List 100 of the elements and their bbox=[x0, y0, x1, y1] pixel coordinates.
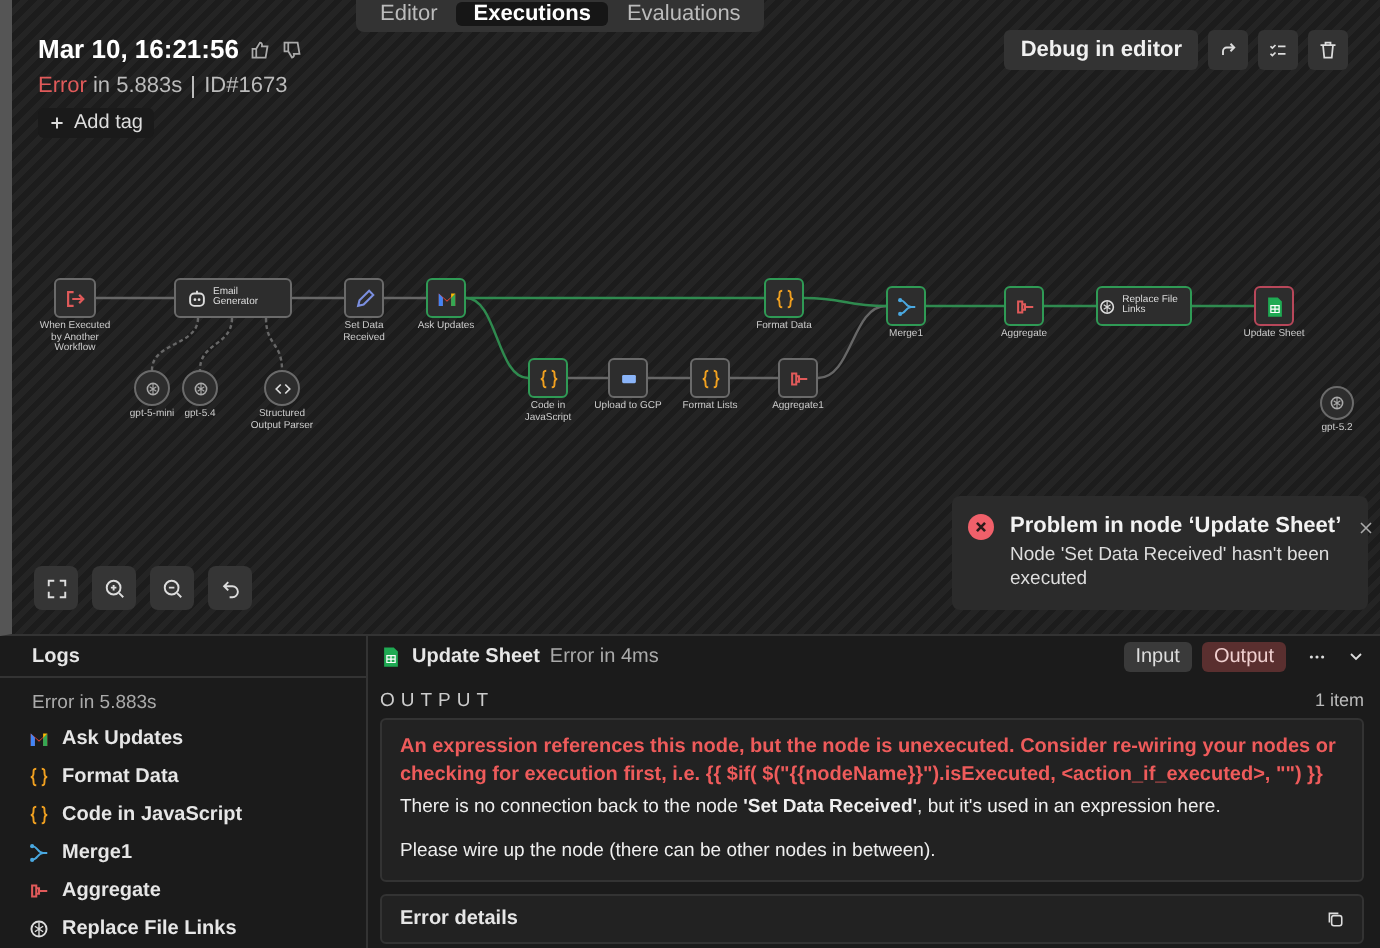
workflow-node[interactable] bbox=[886, 286, 926, 326]
workflow-node[interactable] bbox=[608, 358, 648, 398]
connector-line bbox=[198, 317, 234, 371]
error-message: An expression references this node, but the node is unexecuted. Consider re-wiring your nodes or checking for execution first, i.e. {{ $if( $("{{nodeName}}").isExecuted, <action_if_executed>, "") }} bbox=[400, 734, 1338, 790]
retry-button[interactable] bbox=[1208, 30, 1248, 70]
error-icon bbox=[968, 514, 994, 540]
model-icon bbox=[1328, 394, 1346, 412]
add-tag-button[interactable]: Add tag bbox=[38, 108, 155, 138]
logs-summary: Error in 5.883s bbox=[30, 690, 159, 718]
execution-date: Mar 10, 16:21:56 bbox=[38, 34, 239, 64]
connector-line bbox=[568, 376, 608, 380]
agent-icon bbox=[185, 287, 207, 309]
panel-tab[interactable]: Output bbox=[1201, 641, 1286, 671]
zoom-in-icon bbox=[103, 577, 125, 599]
log-item[interactable]: Replace File Links bbox=[0, 910, 366, 948]
undo-button[interactable] bbox=[208, 566, 252, 610]
connector-line bbox=[1192, 304, 1254, 308]
connector-line bbox=[292, 296, 344, 300]
aggregate-icon bbox=[787, 367, 809, 389]
plus-icon bbox=[50, 116, 64, 130]
workflow-node[interactable] bbox=[54, 278, 96, 318]
model-icon bbox=[191, 379, 209, 397]
trash-icon bbox=[1318, 40, 1338, 60]
chevron-down-icon[interactable] bbox=[1348, 648, 1364, 664]
copy-icon[interactable] bbox=[1326, 909, 1344, 928]
connector-line bbox=[96, 296, 174, 300]
log-item[interactable]: Format Data bbox=[0, 758, 366, 796]
zoom-in-button[interactable] bbox=[92, 566, 136, 610]
trigger-icon bbox=[64, 287, 86, 309]
delete-button[interactable] bbox=[1308, 30, 1348, 70]
workflow-node[interactable] bbox=[1320, 386, 1354, 420]
code-icon bbox=[28, 766, 50, 788]
execution-id: ID#1673 bbox=[204, 74, 288, 98]
code-icon bbox=[699, 367, 721, 389]
log-item[interactable]: Aggregate bbox=[0, 872, 366, 910]
view-tab[interactable]: Executions bbox=[455, 2, 609, 26]
logs-title: Logs bbox=[32, 645, 80, 667]
thumbs-up-icon[interactable] bbox=[250, 39, 271, 59]
code-icon bbox=[773, 287, 795, 309]
connector-line bbox=[264, 317, 284, 371]
list-button[interactable] bbox=[1258, 30, 1298, 70]
section-label: OUTPUT bbox=[380, 690, 495, 712]
aggregate-icon bbox=[1013, 295, 1035, 317]
view-tab[interactable]: Evaluations bbox=[608, 2, 759, 26]
error-details-panel[interactable]: Error details bbox=[380, 893, 1364, 944]
model-icon bbox=[143, 379, 161, 397]
connector-line bbox=[384, 296, 426, 300]
fit-view-button[interactable] bbox=[34, 566, 78, 610]
workflow-node[interactable] bbox=[1004, 286, 1044, 326]
connector-line bbox=[150, 317, 200, 371]
sheet-icon bbox=[1263, 295, 1285, 317]
merge-icon bbox=[895, 295, 917, 317]
workflow-node[interactable] bbox=[182, 370, 218, 406]
fit-view-icon bbox=[45, 577, 67, 599]
panel-tab[interactable]: Input bbox=[1123, 641, 1192, 671]
execution-duration: in 5.883s bbox=[92, 74, 183, 98]
debug-in-editor-button[interactable]: Debug in editor bbox=[1004, 30, 1198, 70]
set-icon bbox=[353, 287, 375, 309]
workflow-node[interactable] bbox=[778, 358, 818, 398]
workflow-node[interactable] bbox=[264, 370, 300, 406]
error-description: There is no connection back to the node 'Set Data Received', but it's used in an expression here. bbox=[400, 796, 1223, 821]
gmail-icon bbox=[28, 728, 50, 750]
redo-icon bbox=[1218, 40, 1238, 60]
connector-line bbox=[648, 376, 690, 380]
toast-title: Problem in node ‘Update Sheet’ bbox=[1010, 514, 1342, 538]
openai-icon bbox=[1098, 295, 1117, 317]
merge-icon bbox=[28, 842, 50, 864]
code-icon bbox=[28, 804, 50, 826]
workflow-node[interactable] bbox=[344, 278, 384, 318]
close-icon[interactable] bbox=[1357, 520, 1374, 536]
node-name: Update Sheet bbox=[412, 645, 540, 667]
parser-icon bbox=[273, 379, 291, 397]
error-hint: Please wire up the node (there can be other nodes in between). bbox=[400, 840, 938, 866]
thumbs-down-icon[interactable] bbox=[282, 39, 303, 59]
execution-status: Error bbox=[38, 74, 87, 98]
workflow-node[interactable] bbox=[1254, 286, 1294, 326]
workflow-node[interactable] bbox=[134, 370, 170, 406]
item-count: 1 item bbox=[1314, 690, 1364, 712]
code-icon bbox=[537, 367, 559, 389]
node-status: Error in 4ms bbox=[549, 645, 659, 667]
zoom-out-button[interactable] bbox=[150, 566, 194, 610]
connector-line bbox=[1044, 304, 1096, 308]
openai-icon bbox=[28, 918, 50, 940]
sheet-icon bbox=[380, 645, 402, 667]
toast-message: Node 'Set Data Received' hasn't been executed bbox=[1010, 544, 1332, 594]
undo-icon bbox=[219, 577, 241, 599]
zoom-out-icon bbox=[161, 577, 183, 599]
log-item[interactable]: Code in JavaScript bbox=[0, 796, 366, 834]
view-tab[interactable]: Editor bbox=[362, 2, 456, 26]
connector-line bbox=[730, 376, 778, 380]
connector-line bbox=[926, 304, 1004, 308]
log-item[interactable]: Merge1 bbox=[0, 834, 366, 872]
log-item[interactable]: Ask Updates bbox=[0, 720, 366, 758]
workflow-node[interactable] bbox=[528, 358, 568, 398]
workflow-node[interactable] bbox=[764, 278, 804, 318]
aggregate-icon bbox=[28, 880, 50, 902]
error-details-title: Error details bbox=[400, 907, 518, 930]
workflow-node[interactable] bbox=[426, 278, 466, 318]
workflow-node[interactable] bbox=[690, 358, 730, 398]
checklist-icon bbox=[1268, 40, 1288, 60]
